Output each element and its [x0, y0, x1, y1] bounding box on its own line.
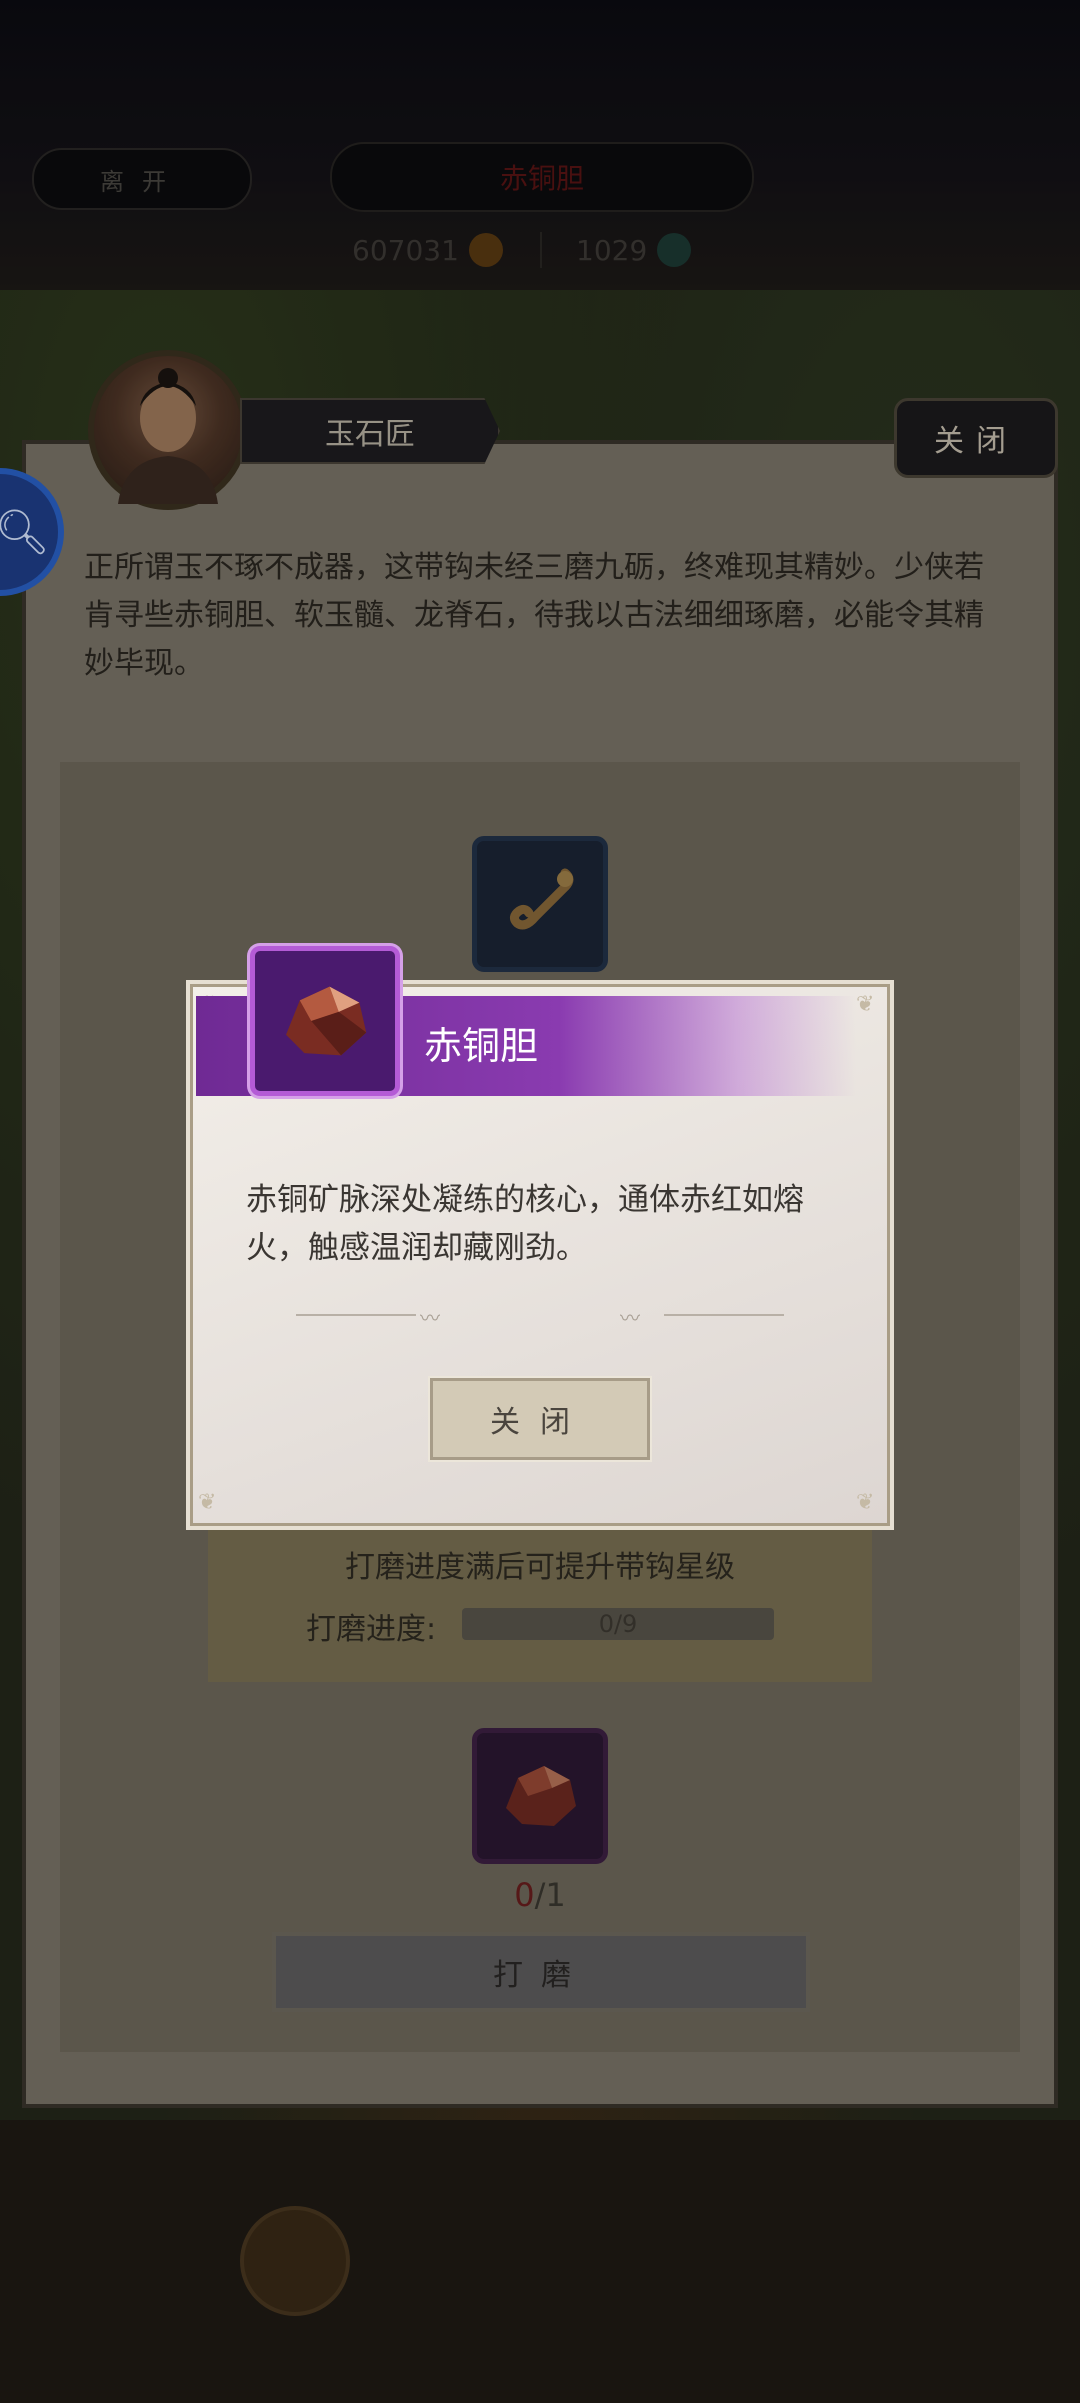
popup-item-icon [250, 946, 400, 1096]
corner-ornament-icon: ❦ [856, 1490, 875, 1515]
corner-ornament-icon: ❦ [856, 992, 875, 1017]
popup-description: 赤铜矿脉深处凝练的核心，通体赤红如熔火，触感温润却藏刚劲。 [246, 1182, 804, 1266]
divider-right [664, 1314, 784, 1316]
popup-title: 赤铜胆 [424, 1024, 539, 1068]
red-copper-ore-icon [286, 986, 367, 1056]
divider-ornament-icon: 〰 [620, 1306, 640, 1330]
divider-ornament-icon: 〰 [420, 1306, 440, 1330]
corner-ornament-icon: ❦ [198, 1490, 217, 1515]
divider-left [296, 1314, 416, 1316]
popup-close-button[interactable]: 关闭 [428, 1376, 652, 1462]
